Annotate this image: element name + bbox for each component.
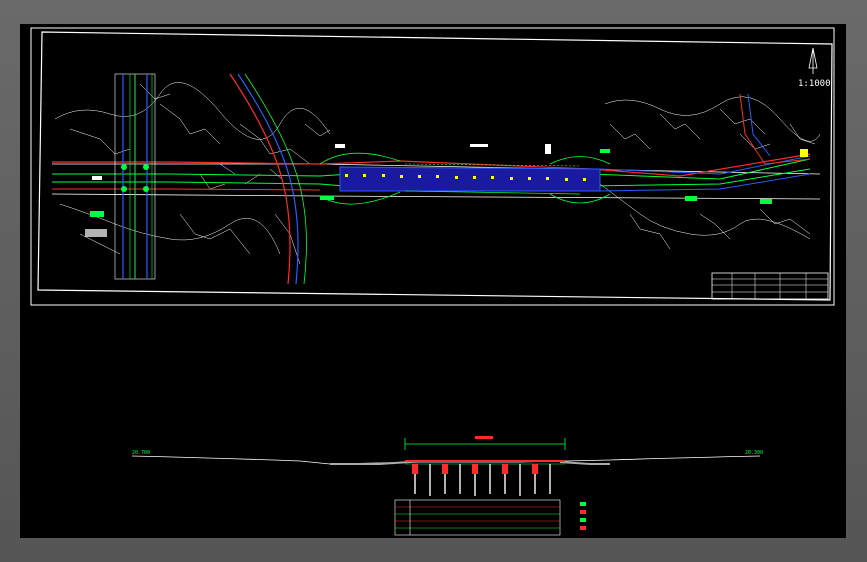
curved-cross-road	[229, 73, 307, 285]
plan-road	[51, 152, 821, 205]
cad-drawing-canvas[interactable]: 1:1000 20.700 20.300	[20, 24, 846, 538]
plan-scale-label: 1:1000	[798, 79, 831, 89]
cross-road-left	[114, 73, 156, 280]
cad-drawing[interactable]: 1:1000 20.700 20.300	[20, 24, 846, 538]
profile-left-elevation: 20.700	[132, 450, 150, 456]
profile-right-elevation: 20.300	[745, 450, 763, 456]
application-window: 1:1000 20.700 20.300	[0, 0, 867, 562]
title-block	[711, 272, 829, 300]
longitudinal-profile: 20.700 20.300	[131, 436, 763, 496]
right-road-lines	[739, 93, 811, 165]
profile-data-table	[394, 499, 586, 536]
north-arrow-icon	[808, 47, 818, 74]
